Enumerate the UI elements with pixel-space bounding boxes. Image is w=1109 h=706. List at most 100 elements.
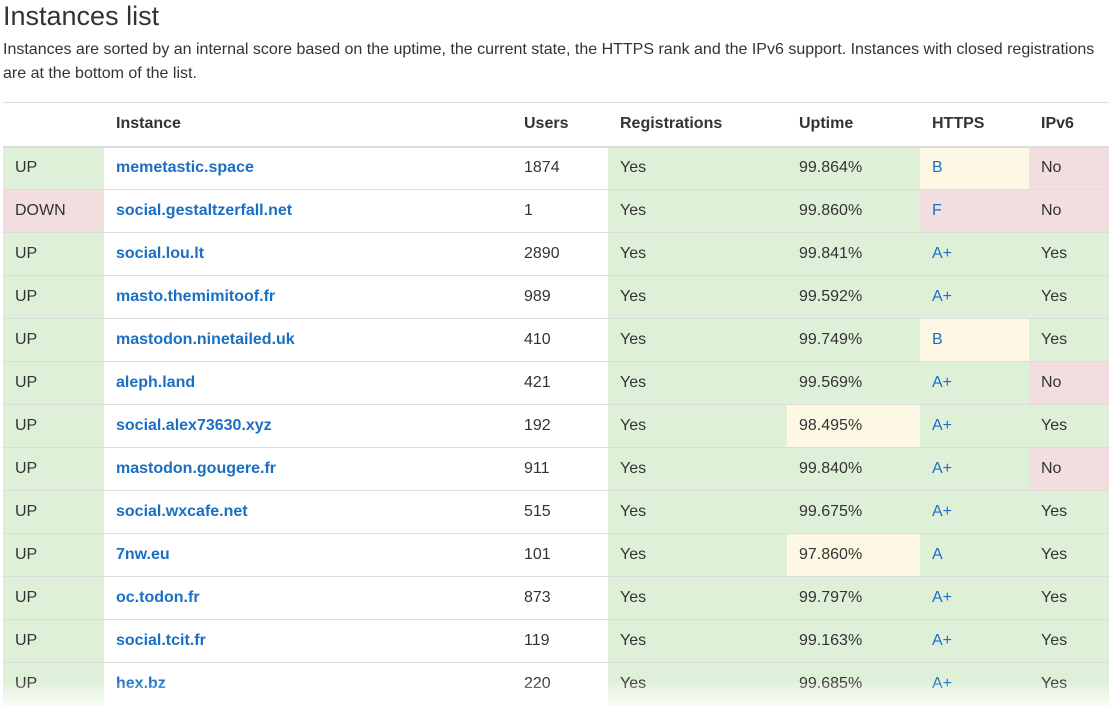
instance-link[interactable]: mastodon.gougere.fr: [116, 460, 276, 477]
status-cell: UP: [3, 232, 104, 276]
instance-link[interactable]: oc.todon.fr: [116, 589, 200, 606]
ipv6-cell: Yes: [1029, 662, 1109, 706]
registrations-cell: Yes: [608, 275, 787, 319]
instance-cell: social.tcit.fr: [104, 619, 512, 663]
https-grade-link[interactable]: A+: [932, 589, 952, 606]
ipv6-cell: Yes: [1029, 404, 1109, 448]
registrations-cell: Yes: [608, 447, 787, 491]
table-row: UP social.tcit.fr 119 Yes 99.163% A+ Yes: [3, 619, 1109, 663]
instance-link[interactable]: hex.bz: [116, 675, 166, 692]
https-cell: A+: [920, 662, 1029, 706]
instances-table: Instance Users Registrations Uptime HTTP…: [3, 102, 1109, 706]
instance-cell: aleph.land: [104, 361, 512, 405]
instance-link[interactable]: social.lou.lt: [116, 245, 204, 262]
registrations-cell: Yes: [608, 490, 787, 534]
instance-cell: mastodon.ninetailed.uk: [104, 318, 512, 362]
instance-link[interactable]: social.wxcafe.net: [116, 503, 248, 520]
registrations-cell: Yes: [608, 619, 787, 663]
uptime-cell: 99.864%: [787, 146, 920, 190]
https-cell: A+: [920, 275, 1029, 319]
https-grade-link[interactable]: A+: [932, 460, 952, 477]
table-header-row: Instance Users Registrations Uptime HTTP…: [3, 102, 1109, 148]
instance-link[interactable]: masto.themimitoof.fr: [116, 288, 275, 305]
users-cell: 192: [512, 404, 608, 448]
status-cell: UP: [3, 533, 104, 577]
instance-cell: masto.themimitoof.fr: [104, 275, 512, 319]
instance-link[interactable]: social.tcit.fr: [116, 632, 206, 649]
https-grade-link[interactable]: B: [932, 331, 943, 348]
header-uptime: Uptime: [787, 102, 920, 148]
ipv6-cell: Yes: [1029, 576, 1109, 620]
users-cell: 1874: [512, 146, 608, 190]
header-https: HTTPS: [920, 102, 1029, 148]
https-grade-link[interactable]: F: [932, 202, 942, 219]
instance-cell: social.wxcafe.net: [104, 490, 512, 534]
https-grade-link[interactable]: A: [932, 546, 943, 563]
ipv6-cell: No: [1029, 361, 1109, 405]
header-instance: Instance: [104, 102, 512, 148]
instance-link[interactable]: social.gestaltzerfall.net: [116, 202, 292, 219]
users-cell: 220: [512, 662, 608, 706]
instance-link[interactable]: aleph.land: [116, 374, 195, 391]
uptime-cell: 99.841%: [787, 232, 920, 276]
https-grade-link[interactable]: A+: [932, 503, 952, 520]
instance-cell: social.gestaltzerfall.net: [104, 189, 512, 233]
status-cell: UP: [3, 447, 104, 491]
https-grade-link[interactable]: A+: [932, 374, 952, 391]
users-cell: 515: [512, 490, 608, 534]
table-row: UP 7nw.eu 101 Yes 97.860% A Yes: [3, 533, 1109, 577]
table-row: UP social.alex73630.xyz 192 Yes 98.495% A+ Yes: [3, 404, 1109, 448]
https-cell: A: [920, 533, 1029, 577]
users-cell: 1: [512, 189, 608, 233]
status-cell: UP: [3, 275, 104, 319]
instance-cell: memetastic.space: [104, 146, 512, 190]
registrations-cell: Yes: [608, 318, 787, 362]
users-cell: 119: [512, 619, 608, 663]
table-row: UP social.lou.lt 2890 Yes 99.841% A+ Yes: [3, 232, 1109, 276]
https-grade-link[interactable]: A+: [932, 417, 952, 434]
users-cell: 873: [512, 576, 608, 620]
table-row: DOWN social.gestaltzerfall.net 1 Yes 99.860%…: [3, 189, 1109, 233]
instance-link[interactable]: memetastic.space: [116, 159, 254, 176]
header-ipv6: IPv6: [1029, 102, 1109, 148]
ipv6-cell: Yes: [1029, 490, 1109, 534]
registrations-cell: Yes: [608, 662, 787, 706]
https-cell: B: [920, 318, 1029, 362]
ipv6-cell: Yes: [1029, 232, 1109, 276]
ipv6-cell: Yes: [1029, 275, 1109, 319]
users-cell: 989: [512, 275, 608, 319]
instance-cell: oc.todon.fr: [104, 576, 512, 620]
instance-cell: mastodon.gougere.fr: [104, 447, 512, 491]
ipv6-cell: Yes: [1029, 318, 1109, 362]
users-cell: 2890: [512, 232, 608, 276]
https-grade-link[interactable]: A+: [932, 245, 952, 262]
https-grade-link[interactable]: A+: [932, 675, 952, 692]
https-grade-link[interactable]: A+: [932, 288, 952, 305]
https-grade-link[interactable]: A+: [932, 632, 952, 649]
status-cell: UP: [3, 318, 104, 362]
https-cell: A+: [920, 619, 1029, 663]
table-body: UP memetastic.space 1874 Yes 99.864% B No DOWN s…: [3, 146, 1109, 706]
header-registrations: Registrations: [608, 102, 787, 148]
registrations-cell: Yes: [608, 533, 787, 577]
table-row: UP hex.bz 220 Yes 99.685% A+ Yes: [3, 662, 1109, 706]
registrations-cell: Yes: [608, 576, 787, 620]
ipv6-cell: Yes: [1029, 619, 1109, 663]
users-cell: 101: [512, 533, 608, 577]
registrations-cell: Yes: [608, 232, 787, 276]
https-cell: A+: [920, 232, 1029, 276]
instance-link[interactable]: mastodon.ninetailed.uk: [116, 331, 295, 348]
https-grade-link[interactable]: B: [932, 159, 943, 176]
instance-cell: social.alex73630.xyz: [104, 404, 512, 448]
instance-link[interactable]: 7nw.eu: [116, 546, 170, 563]
instance-cell: hex.bz: [104, 662, 512, 706]
status-cell: UP: [3, 576, 104, 620]
uptime-cell: 99.840%: [787, 447, 920, 491]
instance-cell: social.lou.lt: [104, 232, 512, 276]
ipv6-cell: No: [1029, 146, 1109, 190]
instance-link[interactable]: social.alex73630.xyz: [116, 417, 272, 434]
status-cell: DOWN: [3, 189, 104, 233]
uptime-cell: 99.797%: [787, 576, 920, 620]
https-cell: A+: [920, 490, 1029, 534]
https-cell: B: [920, 146, 1029, 190]
